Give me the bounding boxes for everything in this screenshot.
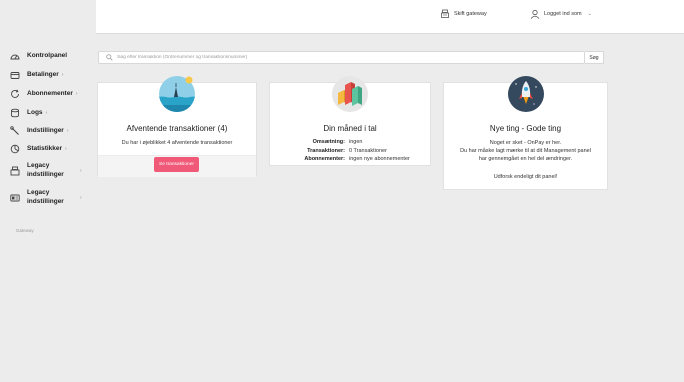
sidebar-item-label: Legacy indstillinger — [27, 162, 64, 178]
sidebar-item-abonnementer[interactable]: Abonnementer › — [10, 89, 90, 99]
sidebar-item-logs[interactable]: Logs › — [10, 108, 90, 118]
month-stats-list: Omsætning: ingen Transaktioner: 0 Transa… — [270, 138, 430, 164]
sidebar-item-statistikker[interactable]: Statistikker › — [10, 144, 90, 154]
sidebar-item-label: Logs — [27, 108, 43, 116]
news-line: har gennemgået en hel del ændringer. — [478, 156, 573, 162]
pending-transactions-card: Afventende transaktioner (4) Du har i øj… — [97, 76, 257, 177]
wallet-icon — [10, 72, 20, 79]
speedometer-icon — [10, 54, 20, 60]
sidebar-item-legacy-settings-1[interactable]: Legacy indstillinger › — [10, 162, 90, 179]
chevron-right-icon: › — [45, 110, 48, 116]
sidebar-item-indstillinger[interactable]: Indstillinger › — [10, 126, 90, 136]
news-line: Du har måske lagt mærke til at dit Manag… — [460, 148, 591, 154]
sidebar: Kontrolpanel Betalinger › Abonnementer ›… — [0, 34, 96, 382]
cash-register-icon — [10, 166, 20, 175]
chevron-right-icon: › — [80, 168, 82, 174]
sidebar-footer-label: Gateway — [16, 228, 34, 233]
switch-gateway-label: Skift gateway — [454, 11, 487, 17]
user-menu-label: Logget ind som — [544, 11, 582, 17]
chevron-right-icon: › — [80, 195, 82, 201]
pending-text: Du har i øjeblikket 4 afventende transak… — [121, 140, 233, 146]
news-line: Udforsk endeligt dit panel! — [493, 174, 558, 180]
logo-area — [0, 0, 96, 34]
news-line: Noget er sket - OnPay er her. — [489, 140, 562, 146]
sidebar-item-label: Betalinger — [27, 70, 59, 78]
stat-key: Abonnementer: — [304, 156, 345, 162]
chevron-right-icon: › — [65, 146, 67, 152]
ocean-buoy-icon — [159, 76, 195, 112]
user-icon — [530, 9, 540, 19]
news-card: Nye ting - Gode ting Noget er sket - OnP… — [443, 76, 608, 190]
search-icon — [106, 54, 113, 61]
chevron-right-icon: › — [66, 128, 69, 134]
stat-row-subscriptions: Abonnementer: ingen nye abonnementer — [270, 155, 430, 164]
sidebar-item-label: Kontrolpanel — [27, 51, 68, 59]
database-icon — [11, 108, 19, 118]
sidebar-item-label: Abonnementer — [27, 89, 73, 97]
month-title: Din måned i tal — [323, 124, 377, 133]
bar-chart-icon — [332, 76, 368, 112]
stat-key: Transaktioner: — [307, 147, 345, 154]
sidebar-item-kontrolpanel[interactable]: Kontrolpanel — [10, 51, 90, 61]
view-transactions-button[interactable]: Se transaktioner — [154, 157, 199, 172]
top-bar: Skift gateway Logget ind som ⌄ — [0, 0, 684, 34]
stat-value: ingen nye abonnementer — [349, 156, 410, 162]
transaction-search-box — [98, 51, 585, 64]
sidebar-item-betalinger[interactable]: Betalinger › — [10, 70, 90, 80]
sidebar-item-legacy-settings-2[interactable]: Legacy indstillinger › — [10, 189, 90, 206]
month-stats-card: Din måned i tal Omsætning: ingen Transak… — [269, 76, 431, 166]
sidebar-item-label: Legacy indstillinger — [27, 189, 64, 205]
stat-value: 0 Transaktioner — [349, 147, 387, 154]
chevron-right-icon: › — [61, 72, 64, 78]
chevron-down-icon: ⌄ — [587, 11, 592, 17]
cash-register-icon — [441, 9, 449, 18]
search-button[interactable]: Søg — [585, 51, 604, 64]
pending-title: Afventende transaktioner (4) — [126, 124, 228, 133]
stat-value: ingen — [349, 139, 363, 145]
news-title: Nye ting - Gode ting — [489, 124, 562, 133]
id-card-icon — [10, 194, 20, 201]
refresh-icon — [11, 89, 19, 98]
user-menu[interactable]: Logget ind som ⌄ — [530, 9, 592, 19]
search-input[interactable] — [117, 55, 577, 60]
switch-gateway-button[interactable]: Skift gateway — [440, 9, 487, 19]
sidebar-item-label: Indstillinger — [27, 126, 64, 134]
chevron-right-icon: › — [75, 91, 78, 97]
stat-row-revenue: Omsætning: ingen — [270, 138, 430, 147]
rocket-icon — [507, 76, 544, 112]
sidebar-item-label: Statistikker — [27, 144, 63, 152]
wrench-icon — [10, 126, 19, 135]
stat-row-transactions: Transaktioner: 0 Transaktioner — [270, 147, 430, 156]
pie-chart-icon — [10, 144, 20, 154]
stat-key: Omsætning: — [312, 139, 345, 145]
